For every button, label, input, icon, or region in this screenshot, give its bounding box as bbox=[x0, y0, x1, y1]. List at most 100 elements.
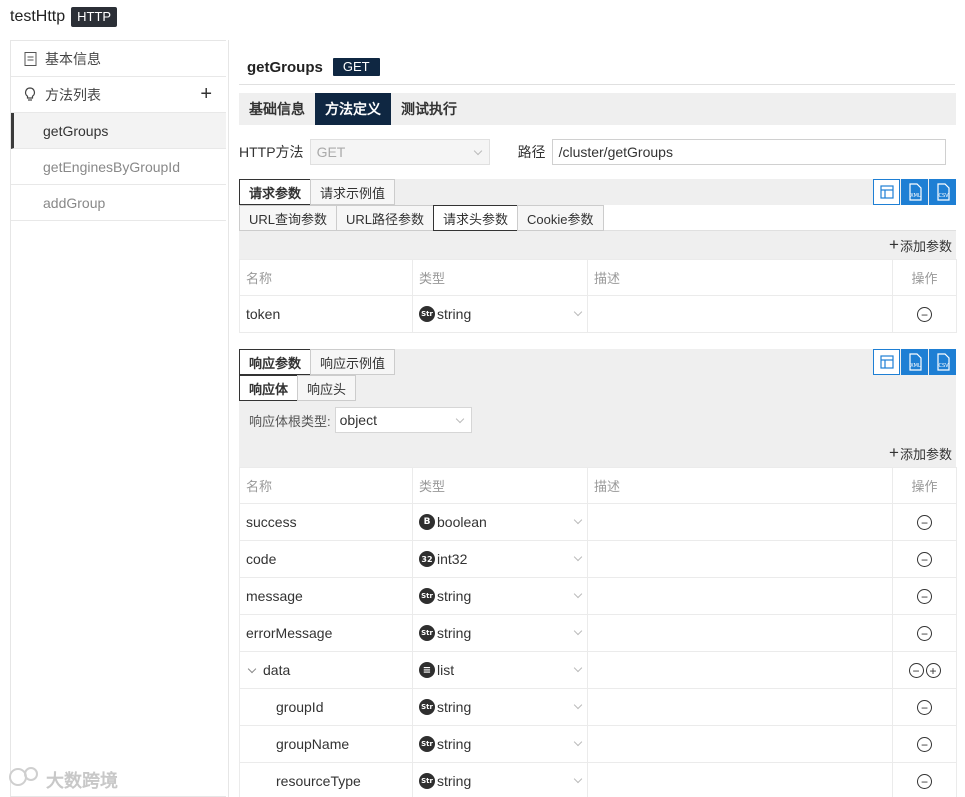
svg-text:CSV: CSV bbox=[938, 363, 949, 369]
remove-icon[interactable]: − bbox=[917, 774, 932, 790]
tab-response-headers[interactable]: 响应头 bbox=[297, 375, 357, 401]
add-method-button[interactable]: + bbox=[200, 83, 212, 105]
csv-icon[interactable]: CSV bbox=[929, 179, 956, 205]
remove-icon[interactable]: − bbox=[917, 626, 932, 642]
type-select[interactable]: Str string bbox=[419, 699, 587, 715]
string-type-icon: Str bbox=[419, 736, 435, 752]
type-value: string bbox=[437, 773, 472, 789]
svg-text:XML: XML bbox=[910, 193, 921, 199]
expand-toggle-icon[interactable] bbox=[247, 664, 257, 674]
int32-type-icon: 32 bbox=[419, 551, 435, 567]
param-name[interactable]: code bbox=[239, 540, 413, 578]
remove-icon[interactable]: − bbox=[917, 552, 932, 568]
param-description[interactable] bbox=[587, 762, 893, 797]
add-param-button[interactable]: + 添加参数 bbox=[239, 231, 956, 259]
http-method-label: HTTP方法 bbox=[239, 144, 304, 160]
param-description[interactable] bbox=[587, 503, 893, 541]
type-value: boolean bbox=[437, 514, 487, 530]
path-input[interactable]: /cluster/getGroups bbox=[551, 139, 946, 165]
add-param-button[interactable]: + 添加参数 bbox=[239, 439, 956, 467]
list-type-icon: ≡ bbox=[419, 662, 435, 678]
remove-icon[interactable]: − bbox=[908, 663, 924, 679]
xml-icon[interactable]: XML bbox=[901, 349, 928, 375]
method-header: getGroups GET bbox=[247, 58, 380, 76]
divider bbox=[239, 84, 955, 85]
sidebar-method-item[interactable]: getGroups bbox=[11, 113, 226, 149]
main-tabs: 基础信息 方法定义 测试执行 bbox=[239, 93, 956, 125]
param-name[interactable]: errorMessage bbox=[239, 614, 413, 652]
sidebar-label-method-list: 方法列表 bbox=[45, 86, 101, 103]
chevron-down-icon bbox=[573, 307, 583, 317]
tab-basic-info[interactable]: 基础信息 bbox=[239, 93, 315, 125]
table-view-icon[interactable] bbox=[873, 179, 900, 205]
remove-icon[interactable]: − bbox=[917, 737, 932, 753]
type-cell: Str string bbox=[412, 577, 588, 615]
remove-icon[interactable]: − bbox=[917, 307, 932, 323]
type-select[interactable]: Str string bbox=[419, 773, 587, 789]
tab-response-example[interactable]: 响应示例值 bbox=[310, 349, 396, 375]
type-value: string bbox=[437, 306, 472, 322]
request-tabbar: 请求参数 请求示例值 XML CSV bbox=[239, 179, 956, 205]
type-select[interactable]: 32 int32 bbox=[419, 551, 587, 567]
root-type-select[interactable]: object bbox=[334, 407, 472, 433]
remove-icon[interactable]: − bbox=[917, 589, 932, 605]
table-row: groupId Str string − bbox=[239, 688, 957, 726]
param-name[interactable]: success bbox=[239, 503, 413, 541]
xml-icon[interactable]: XML bbox=[901, 179, 928, 205]
param-name[interactable]: token bbox=[239, 295, 413, 333]
sidebar-method-item[interactable]: addGroup bbox=[11, 185, 226, 221]
type-select[interactable]: Str string bbox=[419, 625, 587, 641]
sidebar-item-basic-info[interactable]: 基本信息 bbox=[11, 41, 226, 77]
table-header-row: 名称 类型 描述 操作 bbox=[239, 259, 957, 296]
type-cell: Str string bbox=[412, 725, 588, 763]
http-method-select[interactable]: GET bbox=[309, 139, 490, 165]
column-header: 描述 bbox=[587, 259, 893, 296]
tab-cookie-params[interactable]: Cookie参数 bbox=[517, 205, 604, 231]
column-header: 名称 bbox=[239, 467, 413, 504]
table-row: groupName Str string − bbox=[239, 725, 957, 763]
tab-url-query-params[interactable]: URL查询参数 bbox=[239, 205, 338, 231]
type-value: list bbox=[437, 662, 455, 678]
tab-response-params[interactable]: 响应参数 bbox=[239, 349, 312, 375]
tab-response-body[interactable]: 响应体 bbox=[239, 375, 299, 401]
watermark-logo-icon bbox=[8, 766, 42, 793]
tab-header-params[interactable]: 请求头参数 bbox=[433, 205, 519, 231]
tab-method-definition[interactable]: 方法定义 bbox=[315, 93, 391, 125]
sidebar-item-method-list[interactable]: 方法列表 + bbox=[11, 77, 226, 113]
type-cell: Str string bbox=[412, 762, 588, 797]
param-description[interactable] bbox=[587, 725, 893, 763]
param-description[interactable] bbox=[587, 688, 893, 726]
param-name[interactable]: groupName bbox=[239, 725, 413, 763]
string-type-icon: Str bbox=[419, 773, 435, 789]
param-description[interactable] bbox=[587, 540, 893, 578]
tab-request-example[interactable]: 请求示例值 bbox=[310, 179, 396, 205]
param-description[interactable] bbox=[587, 614, 893, 652]
sidebar-method-item[interactable]: getEnginesByGroupId bbox=[11, 149, 226, 185]
param-name[interactable]: message bbox=[239, 577, 413, 615]
type-select[interactable]: Str string bbox=[419, 736, 587, 752]
param-description[interactable] bbox=[587, 295, 893, 333]
column-header: 类型 bbox=[412, 467, 588, 504]
table-view-icon[interactable] bbox=[873, 349, 900, 375]
tab-test-execution[interactable]: 测试执行 bbox=[391, 93, 467, 125]
csv-icon[interactable]: CSV bbox=[929, 349, 956, 375]
type-value: int32 bbox=[437, 551, 468, 567]
param-name[interactable]: groupId bbox=[239, 688, 413, 726]
param-name[interactable]: data bbox=[263, 662, 290, 678]
param-description[interactable] bbox=[587, 651, 893, 689]
type-cell: Str string bbox=[412, 688, 588, 726]
type-select[interactable]: Str string bbox=[419, 306, 587, 322]
param-description[interactable] bbox=[587, 577, 893, 615]
column-header: 操作 bbox=[892, 259, 957, 296]
remove-icon[interactable]: − bbox=[917, 515, 932, 531]
chevron-down-icon bbox=[455, 414, 464, 424]
root-type-label: 响应体根类型: bbox=[249, 413, 331, 429]
param-name[interactable]: resourceType bbox=[239, 762, 413, 797]
tab-request-params[interactable]: 请求参数 bbox=[239, 179, 312, 205]
type-select[interactable]: Bboolean bbox=[419, 514, 587, 530]
tab-url-path-params[interactable]: URL路径参数 bbox=[336, 205, 435, 231]
remove-icon[interactable]: − bbox=[917, 700, 932, 716]
type-select[interactable]: Str string bbox=[419, 588, 587, 604]
add-child-icon[interactable]: + bbox=[925, 663, 941, 679]
type-select[interactable]: ≡ list bbox=[419, 662, 587, 678]
